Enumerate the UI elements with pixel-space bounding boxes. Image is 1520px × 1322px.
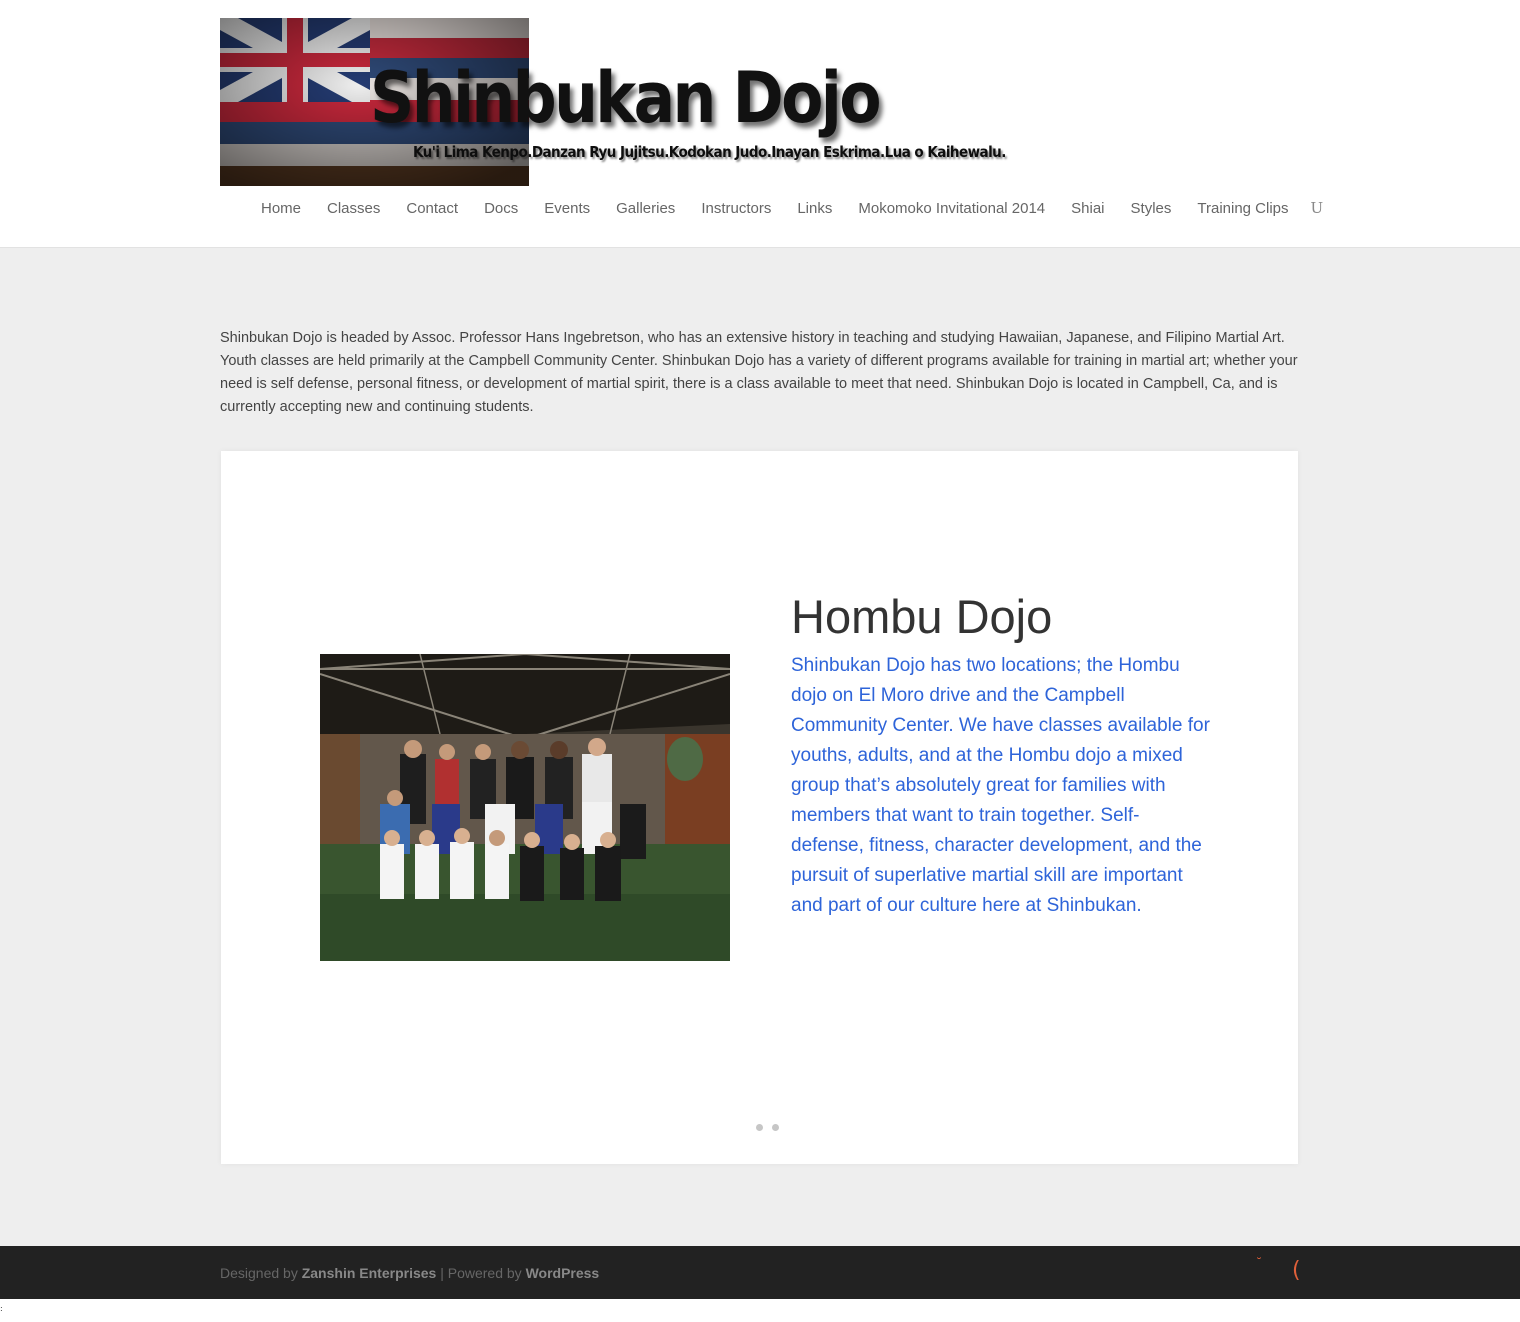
- nav-item-mokomoko-invitational[interactable]: Mokomoko Invitational 2014: [858, 200, 1045, 217]
- nav-item-classes[interactable]: Classes: [327, 200, 380, 217]
- nav-item-galleries[interactable]: Galleries: [616, 200, 675, 217]
- slider: Hombu Dojo Shinbukan Dojo has two locati…: [221, 451, 1298, 1164]
- slide-title: Hombu Dojo: [791, 590, 1053, 643]
- slider-dot-2[interactable]: [772, 1124, 779, 1131]
- nav-item-contact[interactable]: Contact: [406, 200, 458, 217]
- footer-powered-by-label: | Powered by: [440, 1265, 522, 1281]
- site-title[interactable]: Shinbukan Dojo: [370, 58, 882, 138]
- footer-designer-link[interactable]: Zanshin Enterprises: [302, 1265, 437, 1281]
- corner-mark: :: [0, 1304, 3, 1313]
- slide-description: Shinbukan Dojo has two locations; the Ho…: [791, 655, 1210, 916]
- group-photo-graphic: [320, 654, 730, 961]
- site-footer: Designed by Zanshin Enterprises | Powere…: [0, 1246, 1520, 1299]
- footer-credits: Designed by Zanshin Enterprises | Powere…: [220, 1263, 599, 1283]
- footer-wordpress-link[interactable]: WordPress: [526, 1265, 600, 1281]
- slider-dot-1[interactable]: [756, 1124, 763, 1131]
- intro-paragraph: Shinbukan Dojo is headed by Assoc. Profe…: [220, 330, 1298, 415]
- main-content: Shinbukan Dojo is headed by Assoc. Profe…: [0, 248, 1520, 1246]
- search-icon[interactable]: U: [1311, 199, 1324, 217]
- footer-designed-by-label: Designed by: [220, 1265, 298, 1281]
- nav-item-instructors[interactable]: Instructors: [701, 200, 771, 217]
- social-icon-2[interactable]: (: [1292, 1259, 1301, 1283]
- site-tagline: Ku'i Lima Kenpo.Danzan Ryu Jujitsu.Kodok…: [413, 143, 1006, 161]
- group-photo-image: [320, 654, 730, 961]
- nav-item-training-clips[interactable]: Training Clips: [1197, 200, 1288, 217]
- social-icon-1[interactable]: ˘: [1256, 1256, 1262, 1270]
- nav-item-styles[interactable]: Styles: [1131, 200, 1172, 217]
- nav-item-docs[interactable]: Docs: [484, 200, 518, 217]
- main-navigation: Home Classes Contact Docs Events Galleri…: [261, 196, 1323, 220]
- nav-item-shiai[interactable]: Shiai: [1071, 200, 1104, 217]
- nav-item-links[interactable]: Links: [797, 200, 832, 217]
- site-header: Shinbukan Dojo Ku'i Lima Kenpo.Danzan Ry…: [0, 0, 1520, 248]
- slider-pagination: [756, 1124, 779, 1131]
- nav-item-home[interactable]: Home: [261, 200, 301, 217]
- nav-item-events[interactable]: Events: [544, 200, 590, 217]
